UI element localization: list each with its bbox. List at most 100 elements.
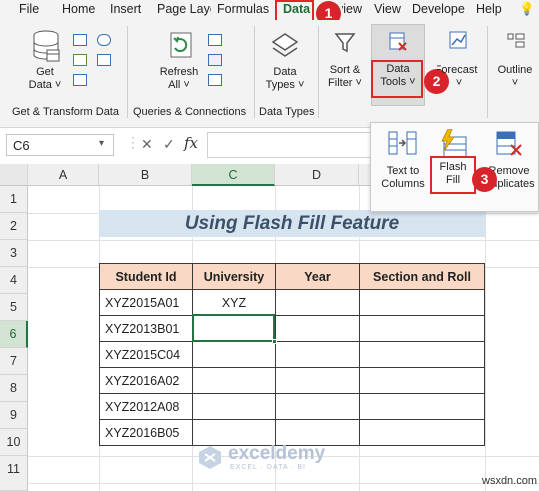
tab-home[interactable]: Home [62,2,95,16]
chevron-down-icon[interactable]: ▾ [99,138,104,149]
sort-filter-button[interactable]: Sort & Filter ˅ [322,28,368,98]
tab-page-layout[interactable]: Page Layo [157,2,211,16]
select-all-corner[interactable] [0,164,28,186]
sheet-title[interactable]: Using Flash Fill Feature [99,210,485,237]
column-header-d[interactable]: D [275,164,359,186]
table-cell-university[interactable] [192,367,276,394]
edit-links-icon[interactable] [208,74,222,86]
column-header-a[interactable]: A [28,164,99,186]
data-types-label: Data Types ˅ [265,66,305,91]
forecast-label: Forecast ˅ [437,64,478,89]
from-table-icon[interactable] [73,74,87,86]
table-cell-university[interactable]: XYZ [192,289,276,316]
existing-connections-icon[interactable] [97,54,111,66]
row-header[interactable]: 9 [0,402,28,429]
tab-formulas[interactable]: Formulas [217,2,269,16]
row-header[interactable]: 7 [0,348,28,375]
get-data-label: Get Data ˅ [28,66,62,91]
table-cell-section-roll[interactable] [359,367,485,394]
row-header[interactable]: 5 [0,294,28,321]
row-header[interactable]: 1 [0,186,28,213]
table-cell-university[interactable] [192,419,276,446]
outline-icon [507,33,525,48]
table-cell-student-id[interactable]: XYZ2016B05 [99,419,193,446]
ribbon-separator [318,26,319,118]
table-cell-university[interactable] [192,341,276,368]
ribbon: Get Data ˅ Get & Transform Data Refresh … [0,20,539,128]
name-box[interactable]: C6 [6,134,114,156]
text-to-columns-button[interactable]: Text to Columns [377,127,429,207]
tab-review[interactable]: view [342,2,362,16]
remove-duplicates-icon [496,131,522,156]
table-cell-student-id[interactable]: XYZ2015A01 [99,289,193,316]
column-header-b[interactable]: B [99,164,192,186]
gridline [485,186,486,491]
tab-view[interactable]: View [374,2,401,16]
queries-connections-icon[interactable] [208,34,222,46]
table-cell-year[interactable] [275,367,360,394]
from-text-icon[interactable] [73,34,87,46]
row-header[interactable]: 10 [0,429,28,456]
from-web-icon[interactable] [73,54,87,66]
database-icon [33,30,60,62]
row-header[interactable]: 4 [0,267,28,294]
gridline [28,240,539,241]
table-cell-section-roll[interactable] [359,419,485,446]
tab-developer[interactable]: Develope [412,2,465,16]
recent-sources-icon[interactable] [97,34,111,46]
tab-insert[interactable]: Insert [110,2,141,16]
table-cell-year[interactable] [275,315,360,342]
data-types-icon [271,33,299,57]
data-tools-label: Data Tools ˅ [380,63,416,88]
row-header[interactable]: 8 [0,375,28,402]
row-header-selected[interactable]: 6 [0,321,28,348]
more-dots-icon: ⋮ [126,134,140,150]
outline-button[interactable]: Outline ˅ [491,28,539,98]
table-header-student-id[interactable]: Student Id [99,263,193,290]
fill-handle[interactable] [272,339,277,344]
table-header-year[interactable]: Year [275,263,360,290]
lightbulb-icon[interactable]: 💡 [519,2,535,17]
table-cell-year[interactable] [275,289,360,316]
forecast-button[interactable]: Forecast ˅ [437,28,481,98]
row-header[interactable]: 3 [0,240,28,267]
table-cell-university[interactable] [192,393,276,420]
table-cell-student-id[interactable]: XYZ2016A02 [99,367,193,394]
table-cell-section-roll[interactable] [359,315,485,342]
table-cell-year[interactable] [275,341,360,368]
table-cell-section-roll[interactable] [359,341,485,368]
table-header-section-roll[interactable]: Section and Roll [359,263,485,290]
table-cell-year[interactable] [275,393,360,420]
column-header-c[interactable]: C [192,164,275,186]
enter-icon[interactable]: ✓ [163,136,175,153]
ribbon-separator [487,26,488,118]
cancel-icon[interactable]: ✕ [141,136,153,153]
table-cell-student-id[interactable]: XYZ2012A08 [99,393,193,420]
table-cell-year[interactable] [275,419,360,446]
data-types-button[interactable]: Data Types ˅ [260,28,310,98]
forecast-icon [449,31,467,49]
table-cell-section-roll[interactable] [359,393,485,420]
tab-file[interactable]: File [19,2,39,16]
group-label-queries: Queries & Connections [133,106,247,118]
table-header-university[interactable]: University [192,263,276,290]
active-cell-c6[interactable] [192,314,275,342]
table-cell-student-id[interactable]: XYZ2013B01 [99,315,193,342]
refresh-all-button[interactable]: Refresh All ˅ [155,28,203,98]
function-icon[interactable]: fx [184,134,198,152]
row-header[interactable]: 2 [0,213,28,240]
exceldemy-logo-icon [199,446,221,469]
get-data-button[interactable]: Get Data ˅ [20,28,70,98]
table-cell-section-roll[interactable] [359,289,485,316]
table-cell-student-id[interactable]: XYZ2015C04 [99,341,193,368]
refresh-icon [170,32,192,58]
sort-filter-label: Sort & Filter ˅ [328,64,362,89]
properties-icon[interactable] [208,54,222,66]
tab-help[interactable]: Help [476,2,502,16]
ribbon-separator [254,26,255,118]
row-header[interactable]: 11 [0,456,28,491]
watermark-name: exceldemy [228,443,326,464]
group-label-data-types: Data Types [259,106,315,118]
corner-watermark: wsxdn.com [482,475,538,487]
filter-icon [334,33,356,53]
